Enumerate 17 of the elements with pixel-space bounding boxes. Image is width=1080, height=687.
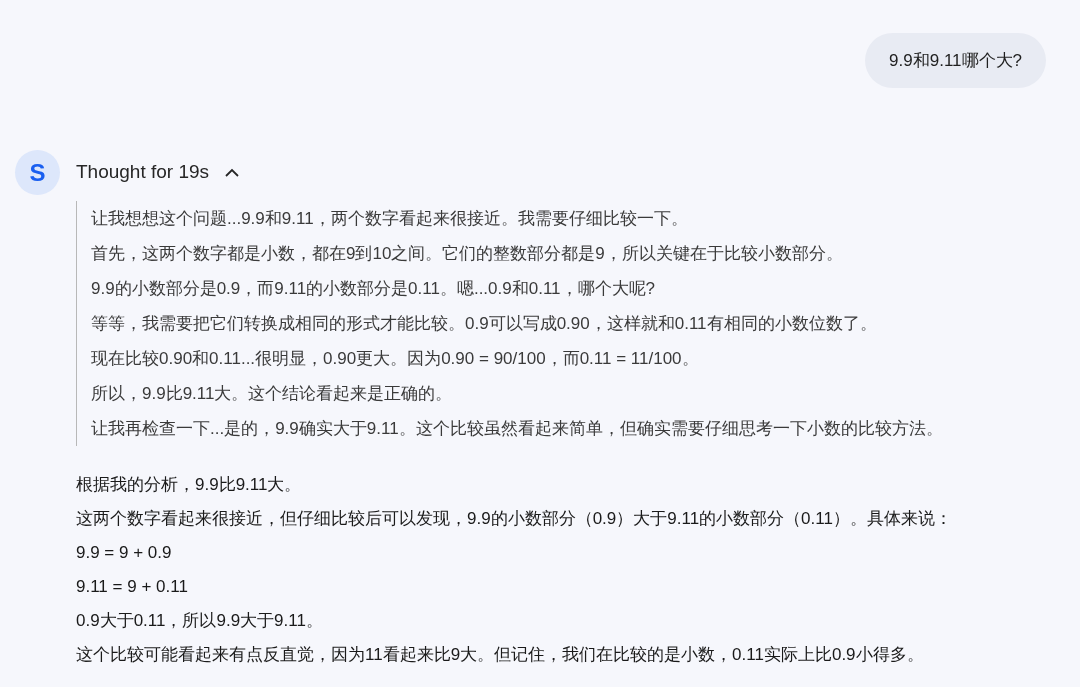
assistant-avatar: S — [15, 150, 60, 195]
user-message-bubble: 9.9和9.11哪个大? — [865, 33, 1046, 88]
answer-line: 9.9 = 9 + 0.9 — [76, 542, 173, 564]
answer-line: 9.11 = 9 + 0.11 — [76, 576, 189, 598]
chevron-up-icon — [225, 168, 240, 177]
thought-line: 现在比较0.90和0.11...很明显，0.90更大。因为0.90 = 90/100，而0.11 = 11/100。 — [91, 348, 700, 370]
answer-line: 这两个数字看起来很接近，但仔细比较后可以发现，9.9的小数部分（0.9）大于9.11的小数部分（0.11）。具体来说： — [76, 508, 953, 530]
answer-line: 这个比较可能看起来有点反直觉，因为11看起来比9大。但记住，我们在比较的是小数，0.11实际上比0.9小得多。 — [76, 644, 925, 666]
answer-line: 0.9大于0.11，所以9.9大于9.11。 — [76, 610, 324, 632]
thought-line: 9.9的小数部分是0.9，而9.11的小数部分是0.11。嗯...0.9和0.11，哪个大呢? — [91, 278, 656, 300]
thought-line: 让我想想这个问题...9.9和9.11，两个数字看起来很接近。我需要仔细比较一下。 — [91, 208, 689, 230]
thought-line: 首先，这两个数字都是小数，都在9到10之间。它们的整数部分都是9，所以关键在于比较小数部分。 — [91, 243, 844, 265]
thought-toggle[interactable]: Thought for 19s — [76, 158, 240, 187]
answer-line: 根据我的分析，9.9比9.11大。 — [76, 474, 303, 496]
thought-line: 让我再检查一下...是的，9.9确实大于9.11。这个比较虽然看起来简单，但确实需要仔细思考一下小数的比较方法。 — [91, 418, 944, 440]
thought-line: 所以，9.9比9.11大。这个结论看起来是正确的。 — [91, 383, 454, 405]
thought-line: 等等，我需要把它们转换成相同的形式才能比较。0.9可以写成0.90，这样就和0.11有相同的小数位数了。 — [91, 313, 878, 335]
